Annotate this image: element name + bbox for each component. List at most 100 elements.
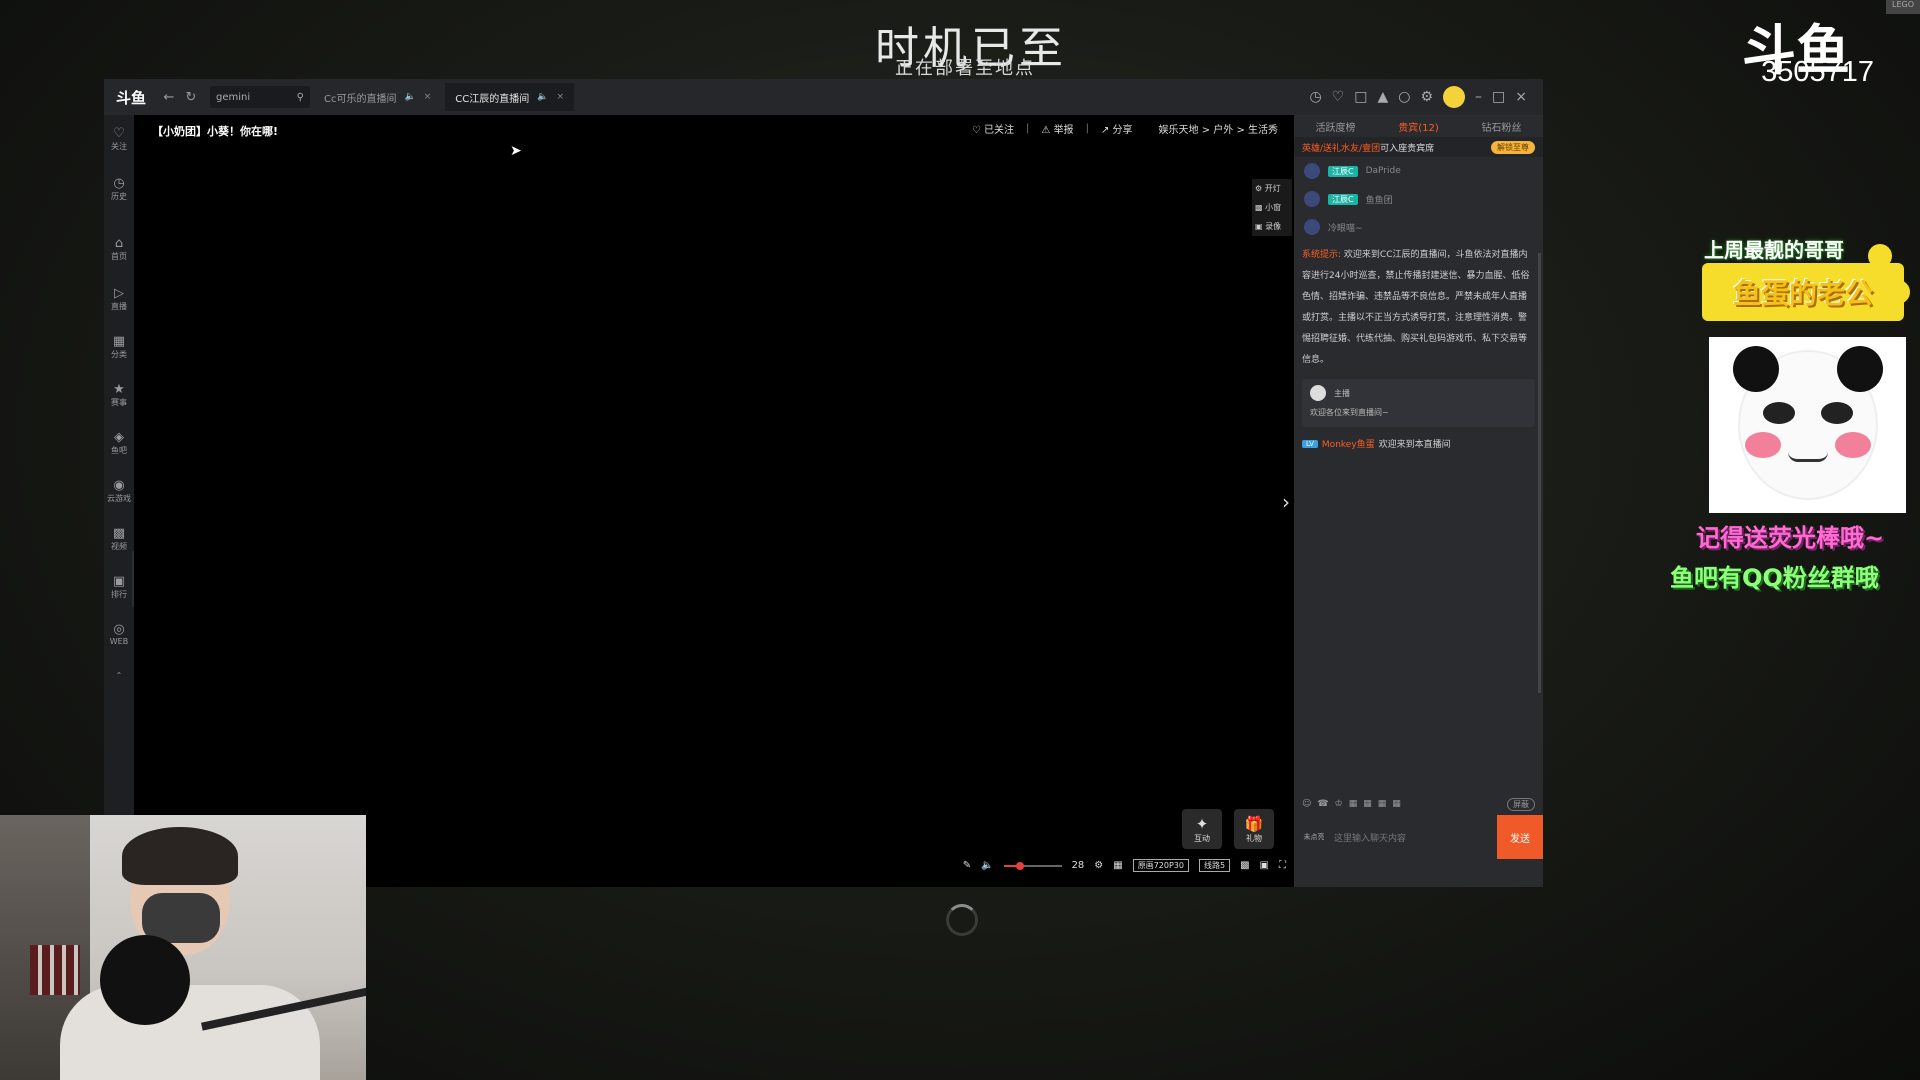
close-icon[interactable]: × [556,92,564,102]
close-icon[interactable]: × [1515,89,1527,105]
gift-button[interactable]: 🎁 礼物 [1234,809,1274,849]
clock-icon: ◷ [113,176,125,191]
sidebar-item-label: 视频 [111,542,127,551]
sidebar-item-home[interactable]: ⌂ 首页 [104,237,134,262]
arrow-left-icon[interactable]: ← [158,86,180,108]
user-name[interactable]: Monkey鱼蛋 [1322,437,1375,450]
megaphone-icon[interactable]: ☎ [1317,799,1328,809]
volume-value: 28 [1071,860,1085,871]
player-big-buttons: ✦ 互动 🎁 礼物 [1182,809,1274,849]
heart-icon: ♡ [113,126,125,141]
report-button[interactable]: ⚠ 举报 [1041,121,1073,136]
room-number: 3505717 [1761,56,1874,88]
camera-icon: ▣ [1255,222,1266,231]
breadcrumb-item[interactable]: 娱乐天地 [1159,125,1199,136]
follow-button[interactable]: ♡ 已关注 [972,121,1014,136]
sidebar-item-label: WEB [109,637,129,646]
avatar[interactable] [1310,385,1326,401]
maximize-icon[interactable]: □ [1492,89,1505,105]
chat-input[interactable]: 这里输入聊天内容 [1334,831,1497,844]
danmaku-icon[interactable]: ▦ [1113,860,1122,871]
sidebar-item-events[interactable]: ★ 赛事 [104,383,134,408]
tab-vip[interactable]: 贵宾(12) [1377,119,1460,134]
title-bar: 斗鱼 ← ↻ gemini ⚲ Cc可乐的直播间 🔈 × CC江辰的直播间 🔈 … [104,79,1543,115]
divider: | [1085,123,1089,134]
sidebar-item-category[interactable]: ▦ 分类 [104,335,134,360]
player-tools: ⚙ 开灯 ▩ 小窗 ▣ 录像 [1252,179,1292,236]
search-input[interactable]: gemini ⚲ [210,86,310,108]
vip-viewer[interactable]: 江辰C DaPride [1294,157,1543,185]
message-icon[interactable]: ○ [1398,89,1410,105]
fullscreen-icon[interactable]: ⛶ [1279,860,1286,871]
sidebar-item-label: 赛事 [111,398,127,407]
streamer-body [60,985,320,1080]
search-icon[interactable]: ⚲ [297,92,304,103]
tab-cc-kele[interactable]: Cc可乐的直播间 🔈 × [314,83,441,111]
mini-player-icon[interactable]: ▩ [1240,860,1249,871]
fan-badge: 江辰C [1328,165,1358,177]
sidebar-item-fishbar[interactable]: ◈ 鱼吧 [104,431,134,456]
fan-lock-badge[interactable]: 未点亮 [1294,832,1334,842]
share-icon: ↗ [1100,125,1113,136]
unlock-button[interactable]: 解锁至尊 [1491,140,1535,154]
shirt-icon[interactable]: ▲ [1377,89,1388,105]
sidebar-item-video[interactable]: ▩ 视频 [104,527,134,552]
loading-spinner-icon [946,904,978,936]
mouse-cursor-icon: ➤ [510,143,522,159]
sidebar-item-history[interactable]: ◷ 历史 [104,177,134,202]
emoji-icon[interactable]: ☺ [1302,799,1311,809]
app-logo[interactable]: 斗鱼 [104,79,158,115]
share-button[interactable]: ↗ 分享 [1101,121,1133,136]
video-player[interactable]: 【小奶团】小葵！你在哪! ♡ 已关注 | ⚠ 举报 | ↗ 分享 娱乐天地 > … [134,115,1294,887]
badge-icon[interactable]: ▦ [1363,799,1372,809]
trophy-icon: ★ [113,382,125,397]
vip-viewer[interactable]: 冷眼喵~ [1294,213,1543,241]
light-toggle-button[interactable]: ⚙ 开灯 [1252,179,1292,198]
tab-cc-jiangchen[interactable]: CC江辰的直播间 🔈 × [445,83,574,111]
avatar[interactable] [1443,86,1466,108]
breadcrumb-item[interactable]: 生活秀 [1248,125,1278,136]
sidebar-item-follow[interactable]: ♡ 关注 [104,127,134,152]
minimize-icon[interactable]: – [1475,89,1482,105]
quality-select[interactable]: 原画720P30 [1132,859,1189,872]
record-button[interactable]: ▣ 录像 [1252,217,1292,236]
sidebar-item-live[interactable]: ▷ 直播 [104,287,134,312]
settings-gear-icon[interactable]: ⚙ [1094,860,1103,871]
search-value: gemini [216,91,251,103]
mini-window-button[interactable]: ▩ 小窗 [1252,198,1292,217]
badge-icon[interactable]: ▦ [1392,799,1401,809]
panda-face [1723,340,1893,510]
sidebar-item-web[interactable]: ◎ WEB [104,623,134,647]
volume-knob[interactable] [1015,861,1024,870]
refresh-icon[interactable]: ↻ [180,86,202,108]
report-label: 举报 [1053,125,1074,136]
history-clock-icon[interactable]: ◷ [1309,89,1321,105]
heart-icon[interactable]: ♡ [1332,89,1345,105]
tab-activity-rank[interactable]: 活跃度榜 [1294,119,1377,134]
badge-icon[interactable]: ▦ [1378,799,1387,809]
chevron-right-icon[interactable]: › [1282,490,1290,514]
close-icon[interactable]: × [424,92,432,102]
calendar-icon[interactable]: □ [1354,89,1367,105]
tab-diamond-fans[interactable]: 钻石粉丝 [1460,119,1543,134]
volume-slider[interactable] [1003,861,1062,870]
sidebar-item-rank[interactable]: ▣ 排行 [104,575,134,600]
interact-button[interactable]: ✦ 互动 [1182,809,1222,849]
crown-icon[interactable]: ♔ [1335,799,1343,809]
line-select[interactable]: 线路5 [1199,859,1231,872]
volume-icon[interactable]: 🔈 [981,860,993,871]
web-fullscreen-icon[interactable]: ▣ [1260,860,1269,871]
block-toggle[interactable]: 屏蔽 [1507,797,1535,811]
sidebar-item-cloud-game[interactable]: ◉ 云游戏 [104,479,134,504]
app-window: 斗鱼 ← ↻ gemini ⚲ Cc可乐的直播间 🔈 × CC江辰的直播间 🔈 … [104,79,1543,887]
chat-scrollbar[interactable] [1538,253,1541,693]
send-button[interactable]: 发送 [1497,815,1543,859]
welcome-text: 欢迎来到本直播间 [1378,440,1451,450]
settings-gear-icon[interactable]: ⚙ [1420,89,1433,105]
chevron-up-icon[interactable]: ⌃ [104,671,134,680]
vip-viewer[interactable]: 江辰C 鱼鱼团 [1294,185,1543,213]
breadcrumb-item[interactable]: 户外 [1213,125,1233,136]
panda-eye [1820,402,1853,424]
edit-icon[interactable]: ✎ [963,860,971,871]
badge-icon[interactable]: ▦ [1349,799,1358,809]
